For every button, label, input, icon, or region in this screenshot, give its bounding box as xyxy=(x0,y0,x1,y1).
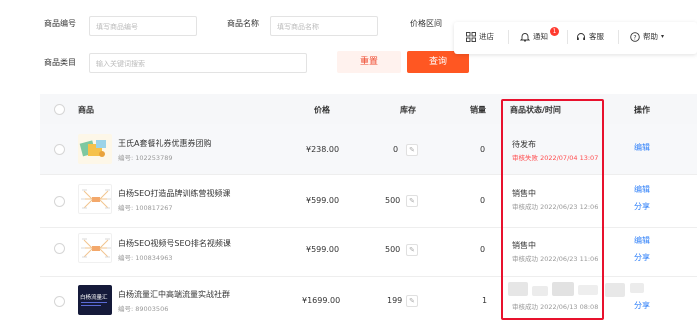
product-name-label: 商品名称 xyxy=(227,19,259,28)
product-name[interactable]: 白杨SEO视频号SEO排名视频课 xyxy=(118,238,231,249)
product-code: 编号: 89003506 xyxy=(118,305,169,313)
toolbar-divider xyxy=(567,30,568,44)
product-sales: 1 xyxy=(482,296,488,305)
pencil-icon[interactable]: ✎ xyxy=(406,244,418,256)
row-select-radio[interactable] xyxy=(54,196,65,207)
product-sales: 0 xyxy=(480,196,486,205)
svg-text:?: ? xyxy=(633,34,636,41)
row-select-radio[interactable] xyxy=(54,144,65,155)
blurred-region xyxy=(630,283,644,293)
toolbar-progress[interactable]: 进店 xyxy=(466,31,494,42)
select-all-radio[interactable] xyxy=(54,104,65,115)
product-code: 编号: 100817267 xyxy=(118,204,173,212)
grid-icon xyxy=(466,31,476,42)
product-price: ¥599.00 xyxy=(306,245,340,254)
product-name[interactable]: 白杨流量汇中高端流量实战社群 xyxy=(118,289,230,300)
chevron-down-icon: ▾ xyxy=(661,33,665,40)
header-stock: 库存 xyxy=(400,105,416,115)
toolbar-service-label: 客服 xyxy=(589,32,604,41)
header-product: 商品 xyxy=(78,105,94,115)
product-price: ¥238.00 xyxy=(306,145,340,154)
help-circle-icon: ? xyxy=(630,31,640,42)
product-thumbnail xyxy=(78,184,112,214)
toolbar-notify-label: 通知 xyxy=(533,32,548,41)
toolbar-service[interactable]: 客服 xyxy=(576,31,604,42)
share-link[interactable]: 分享 xyxy=(634,201,650,212)
header-sales: 销量 xyxy=(470,105,486,115)
product-code-input[interactable]: 填写商品编号 xyxy=(89,16,197,36)
product-name[interactable]: 白杨SEO打造品牌训练营视频课 xyxy=(118,188,230,199)
product-stock: 500 xyxy=(385,196,401,205)
product-thumbnail: 白杨流量汇 xyxy=(78,285,112,315)
pencil-icon[interactable]: ✎ xyxy=(406,195,418,207)
pencil-icon[interactable]: ✎ xyxy=(406,144,418,156)
toolbar-help-label: 帮助 xyxy=(643,32,658,41)
product-sales: 0 xyxy=(480,245,486,254)
edit-link[interactable]: 编辑 xyxy=(634,142,650,153)
toolbar-help[interactable]: ? 帮助 ▾ xyxy=(630,31,664,42)
product-thumbnail xyxy=(78,134,112,164)
edit-link[interactable]: 编辑 xyxy=(634,184,650,195)
notification-badge: 1 xyxy=(550,27,559,36)
product-name-input[interactable]: 填写商品名称 xyxy=(270,16,378,36)
product-code: 编号: 102253789 xyxy=(118,154,173,162)
product-price: ¥1699.00 xyxy=(302,296,341,305)
share-link[interactable]: 分享 xyxy=(634,300,650,311)
product-sales: 0 xyxy=(480,145,486,154)
product-code: 编号: 100834963 xyxy=(118,254,173,262)
product-price: ¥599.00 xyxy=(306,196,340,205)
product-stock: 0 xyxy=(393,145,399,154)
price-range-label: 价格区间 xyxy=(410,19,442,28)
category-search-input[interactable]: 输入关键词搜索 xyxy=(89,53,307,73)
toolbar-progress-label: 进店 xyxy=(479,32,494,41)
header-action: 操作 xyxy=(634,105,650,115)
toolbar-notify[interactable]: 通知 xyxy=(520,31,548,42)
product-stock: 500 xyxy=(385,245,401,254)
thumbnail-text: 白杨流量汇 xyxy=(80,295,108,301)
blurred-region xyxy=(605,283,625,297)
query-button[interactable]: 查询 xyxy=(407,51,469,73)
status-column-highlight xyxy=(501,99,604,320)
row-select-radio[interactable] xyxy=(54,296,65,307)
row-select-radio[interactable] xyxy=(54,243,65,254)
category-label: 商品类目 xyxy=(44,58,76,67)
toolbar-divider xyxy=(618,30,619,44)
pencil-icon[interactable]: ✎ xyxy=(406,295,418,307)
toolbar-divider xyxy=(508,30,509,44)
product-stock: 199 xyxy=(387,296,403,305)
product-name[interactable]: 王氏A套餐礼券优惠券团购 xyxy=(118,138,211,149)
header-price: 价格 xyxy=(314,105,330,115)
product-code-label: 商品编号 xyxy=(44,19,76,28)
share-link[interactable]: 分享 xyxy=(634,252,650,263)
top-toolbar: 进店 通知 客服 ? 帮助 ▾ xyxy=(454,22,697,54)
product-thumbnail xyxy=(78,233,112,263)
headset-icon xyxy=(577,32,585,40)
reset-button[interactable]: 重置 xyxy=(337,51,401,73)
bell-icon xyxy=(520,32,530,41)
edit-link[interactable]: 编辑 xyxy=(634,235,650,246)
